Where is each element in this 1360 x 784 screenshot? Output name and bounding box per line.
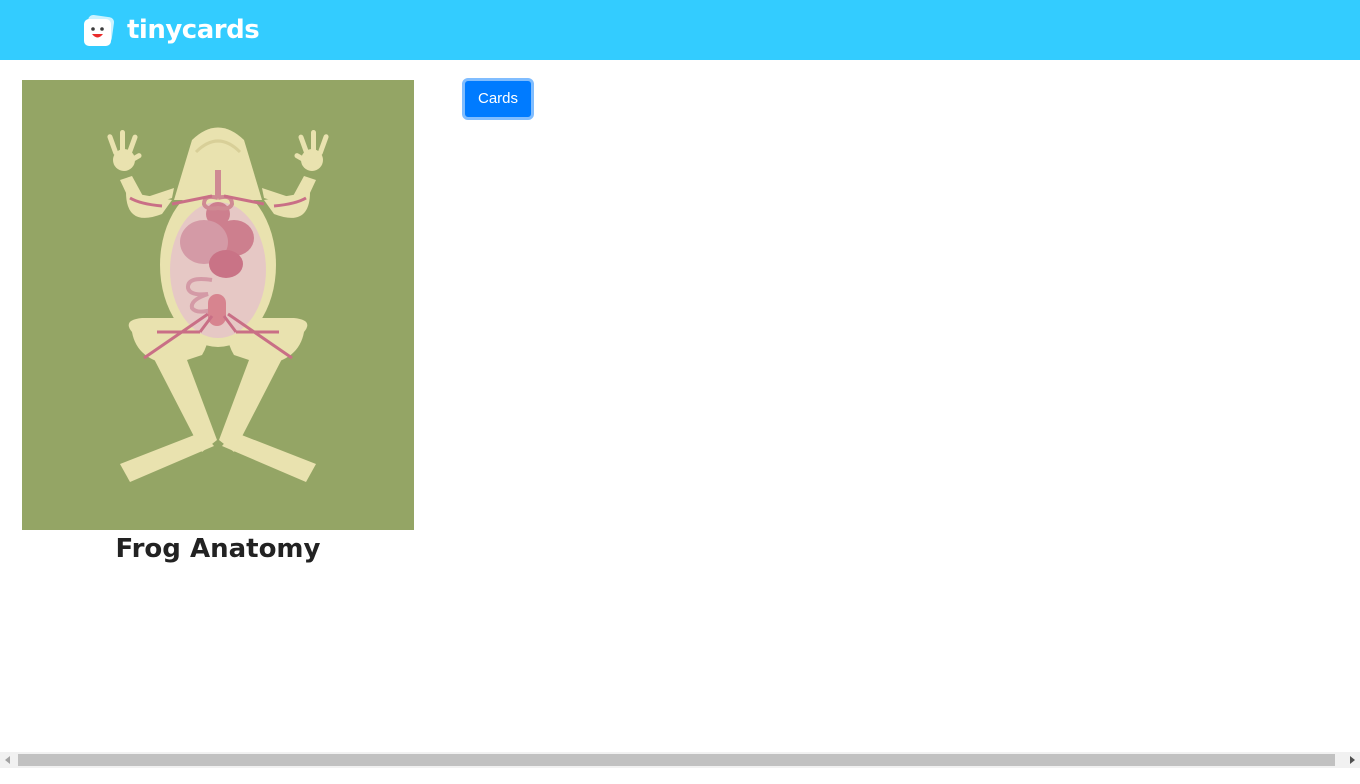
deck-title[interactable]: Frog Anatomy <box>22 534 414 564</box>
frog-anatomy-illustration[interactable] <box>22 80 414 530</box>
scroll-left-arrow-icon[interactable] <box>0 752 16 768</box>
top-navigation-bar: tinycards <box>0 0 1360 60</box>
scrollbar-thumb[interactable] <box>18 754 1335 766</box>
deck-card: Frog Anatomy <box>22 80 414 564</box>
brand-name: tinycards <box>127 15 260 45</box>
cards-button[interactable]: Cards <box>462 78 534 120</box>
tinycards-logo-icon <box>84 14 115 46</box>
horizontal-scrollbar[interactable] <box>0 752 1360 768</box>
scroll-right-arrow-icon[interactable] <box>1344 752 1360 768</box>
brand-home-link[interactable]: tinycards <box>82 14 260 48</box>
